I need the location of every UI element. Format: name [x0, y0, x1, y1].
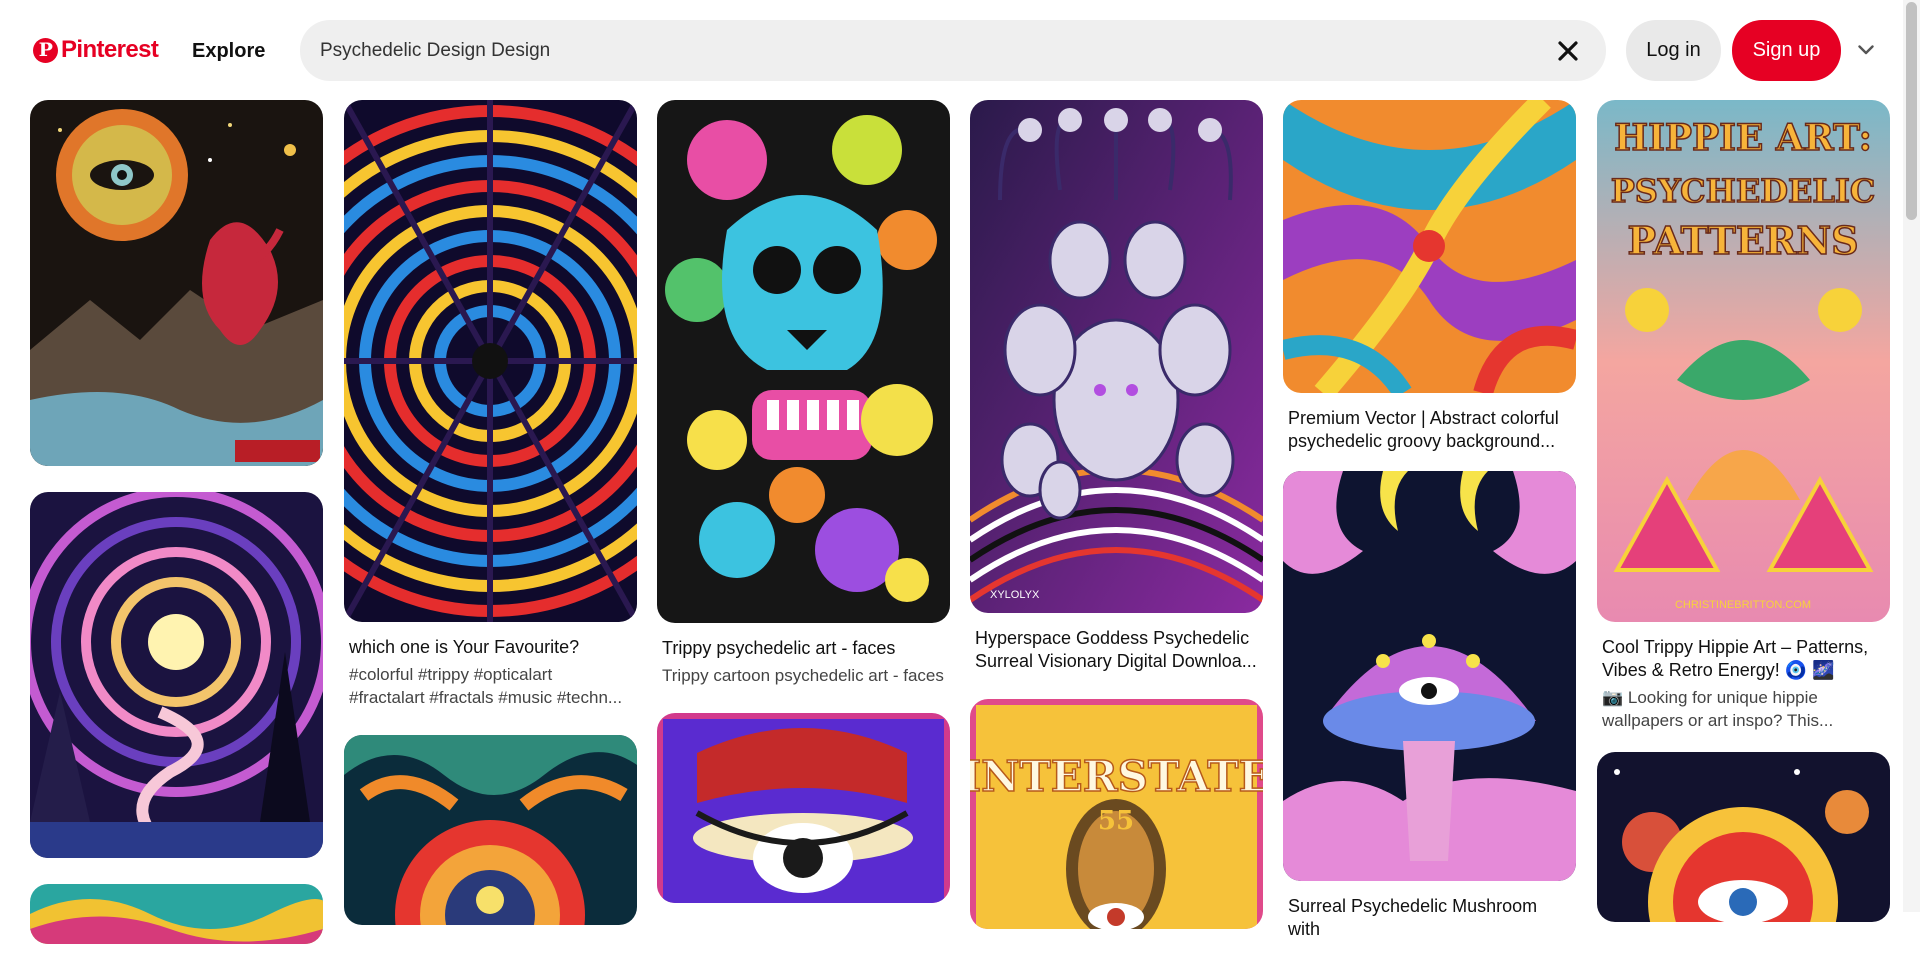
pin-description: #colorful #trippy #opticalart #fractalar… — [349, 665, 623, 707]
pin-description: Trippy cartoon psychedelic art - faces — [662, 666, 944, 685]
pin-title[interactable]: which one is Your Favourite? — [344, 622, 637, 659]
pin-card[interactable] — [1597, 752, 1890, 922]
pin-image[interactable]: XYLOLYX — [970, 100, 1263, 613]
pin-description: 📷 Looking for unique hippie wallpapers o… — [1602, 688, 1834, 730]
poster-line-2: PSYCHEDELIC — [1611, 172, 1876, 210]
chevron-down-icon[interactable] — [1852, 36, 1880, 64]
top-navigation-bar: P Pinterest Explore Psychedelic Design D… — [0, 0, 1920, 100]
pin-card[interactable]: Trippy psychedelic art - faces Trippy ca… — [657, 100, 950, 687]
pin-card[interactable]: XYLOLYX Hyperspace Goddess Psychedelic S… — [970, 100, 1263, 673]
pin-image[interactable] — [30, 492, 323, 858]
pin-image[interactable]: INTERSTATE 55 — [970, 699, 1263, 929]
close-icon[interactable] — [1550, 33, 1586, 69]
pin-image[interactable] — [1283, 471, 1576, 881]
pin-card[interactable] — [30, 100, 323, 466]
pinterest-logo-icon: P — [33, 37, 58, 63]
poster-text: INTERSTATE — [970, 752, 1263, 801]
pin-image[interactable] — [30, 884, 323, 944]
pin-image[interactable]: HIPPIE ART: PSYCHEDELIC PATTERNS CHRISTI… — [1597, 100, 1890, 622]
pin-image[interactable] — [30, 100, 323, 466]
explore-link[interactable]: Explore — [180, 28, 277, 74]
pin-card[interactable]: HIPPIE ART: PSYCHEDELIC PATTERNS CHRISTI… — [1597, 100, 1890, 732]
poster-number: 55 — [1098, 806, 1134, 836]
pin-column-1 — [30, 100, 323, 970]
pin-card[interactable]: Surreal Psychedelic Mushroom with — [1283, 471, 1576, 941]
poster-line-1: HIPPIE ART: — [1614, 117, 1872, 159]
pin-card[interactable]: which one is Your Favourite? #colorful #… — [344, 100, 637, 709]
pin-column-3: Trippy psychedelic art - faces Trippy ca… — [657, 100, 950, 929]
pinterest-logo[interactable]: P Pinterest — [33, 35, 159, 65]
pin-title[interactable]: Trippy psychedelic art - faces — [657, 623, 950, 660]
scrollbar-thumb[interactable] — [1906, 2, 1917, 220]
pin-title[interactable]: Premium Vector | Abstract colorful psych… — [1283, 393, 1576, 453]
pin-card[interactable] — [30, 884, 323, 944]
signup-button[interactable]: Sign up — [1732, 20, 1841, 81]
pin-image[interactable] — [657, 100, 950, 623]
pin-image[interactable] — [1597, 752, 1890, 922]
pin-card[interactable] — [30, 492, 323, 858]
pin-card[interactable] — [657, 713, 950, 903]
pin-watermark: XYLOLYX — [990, 589, 1040, 601]
pin-column-4: XYLOLYX Hyperspace Goddess Psychedelic S… — [970, 100, 1263, 955]
login-button[interactable]: Log in — [1626, 20, 1721, 81]
poster-line-3: PATTERNS — [1627, 218, 1858, 263]
search-input[interactable]: Psychedelic Design Design — [320, 40, 1550, 62]
pin-image[interactable] — [344, 735, 637, 925]
pinterest-logo-text: Pinterest — [61, 36, 159, 63]
page-scrollbar[interactable] — [1903, 0, 1920, 912]
pin-column-5: Premium Vector | Abstract colorful psych… — [1283, 100, 1576, 967]
pin-title[interactable]: Hyperspace Goddess Psychedelic Surreal V… — [970, 613, 1263, 673]
pin-column-2: which one is Your Favourite? #colorful #… — [344, 100, 637, 951]
pin-image[interactable] — [344, 100, 637, 622]
pin-image[interactable] — [1283, 100, 1576, 393]
pin-column-6: HIPPIE ART: PSYCHEDELIC PATTERNS CHRISTI… — [1597, 100, 1890, 948]
pin-card[interactable]: Premium Vector | Abstract colorful psych… — [1283, 100, 1576, 453]
poster-website: CHRISTINEBRITTON.COM — [1675, 599, 1811, 611]
pin-card[interactable] — [344, 735, 637, 925]
pin-card[interactable]: INTERSTATE 55 — [970, 699, 1263, 929]
pin-title[interactable]: Surreal Psychedelic Mushroom with — [1283, 881, 1576, 941]
search-bar[interactable]: Psychedelic Design Design — [300, 20, 1606, 81]
pin-image[interactable] — [657, 713, 950, 903]
pin-title[interactable]: Cool Trippy Hippie Art – Patterns, Vibes… — [1597, 622, 1890, 682]
